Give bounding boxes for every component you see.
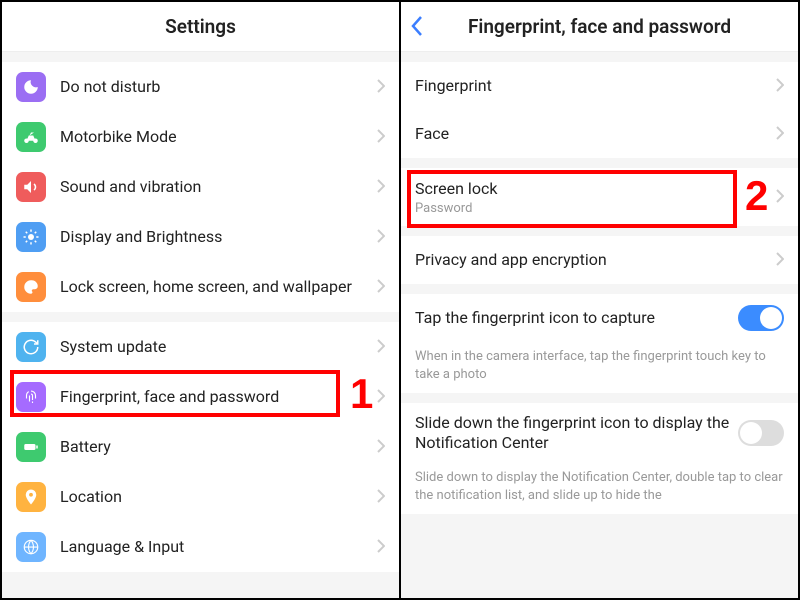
detail-title: Fingerprint, face and password [468, 15, 731, 38]
chevron-right-icon [377, 278, 385, 297]
chevron-right-icon [377, 128, 385, 147]
row-label: Display and Brightness [60, 227, 371, 247]
row-tap-fingerprint[interactable]: Tap the fingerprint icon to capture [401, 294, 798, 342]
row-label: Slide down the fingerprint icon to displ… [415, 413, 738, 453]
settings-row-update[interactable]: System update [2, 322, 399, 372]
settings-row-location[interactable]: Location [2, 472, 399, 522]
chevron-right-icon [776, 188, 784, 207]
row-label: Fingerprint, face and password [60, 387, 371, 407]
chevron-right-icon [377, 488, 385, 507]
row-label: Screen lock [415, 179, 770, 199]
chevron-right-icon [776, 251, 784, 270]
step-marker-1: 1 [350, 370, 373, 418]
settings-row-sound[interactable]: Sound and vibration [2, 162, 399, 212]
row-label: Fingerprint [415, 76, 770, 96]
row-privacy[interactable]: Privacy and app encryption [401, 236, 798, 284]
row-label: Privacy and app encryption [415, 250, 770, 270]
chevron-right-icon [377, 388, 385, 407]
row-label: Language & Input [60, 537, 371, 557]
chevron-right-icon [377, 538, 385, 557]
moon-icon [16, 72, 46, 102]
chevron-right-icon [377, 228, 385, 247]
row-fingerprint[interactable]: Fingerprint [401, 62, 798, 110]
chevron-right-icon [377, 338, 385, 357]
fingerprint-icon [16, 382, 46, 412]
toggle-tap-fingerprint[interactable] [738, 305, 784, 331]
chevron-right-icon [377, 438, 385, 457]
settings-row-wallpaper[interactable]: Lock screen, home screen, and wallpaper [2, 262, 399, 312]
step-marker-2: 2 [745, 172, 768, 220]
row-label: Motorbike Mode [60, 127, 371, 147]
settings-row-motorbike[interactable]: Motorbike Mode [2, 112, 399, 162]
row-label: Tap the fingerprint icon to capture [415, 308, 738, 328]
row-label: Location [60, 487, 371, 507]
palette-icon [16, 272, 46, 302]
toggle-slide-fingerprint[interactable] [738, 420, 784, 446]
chevron-right-icon [776, 77, 784, 96]
helper-text: Slide down to display the Notification C… [401, 463, 798, 514]
helper-text: When in the camera interface, tap the fi… [401, 342, 798, 393]
chevron-right-icon [377, 78, 385, 97]
settings-row-dnd[interactable]: Do not disturb [2, 62, 399, 112]
row-slide-fingerprint[interactable]: Slide down the fingerprint icon to displ… [401, 403, 798, 463]
row-label: Sound and vibration [60, 177, 371, 197]
row-label: System update [60, 337, 371, 357]
back-button[interactable] [411, 16, 423, 40]
motorbike-icon [16, 122, 46, 152]
speaker-icon [16, 172, 46, 202]
row-face[interactable]: Face [401, 110, 798, 158]
row-label: Battery [60, 437, 371, 457]
chevron-right-icon [776, 125, 784, 144]
chevron-right-icon [377, 178, 385, 197]
globe-icon [16, 532, 46, 562]
settings-row-battery[interactable]: Battery [2, 422, 399, 472]
row-label: Do not disturb [60, 77, 371, 97]
sun-icon [16, 222, 46, 252]
pin-icon [16, 482, 46, 512]
battery-icon [16, 432, 46, 462]
settings-row-language[interactable]: Language & Input [2, 522, 399, 572]
row-label: Lock screen, home screen, and wallpaper [60, 277, 371, 297]
row-screen-lock[interactable]: Screen lock Password [401, 168, 798, 226]
settings-row-fingerprint[interactable]: Fingerprint, face and password [2, 372, 399, 422]
settings-row-display[interactable]: Display and Brightness [2, 212, 399, 262]
row-value: Password [415, 201, 770, 216]
detail-header: Fingerprint, face and password [401, 2, 798, 52]
row-label: Face [415, 124, 770, 144]
settings-header: Settings [2, 2, 399, 52]
settings-title: Settings [165, 15, 236, 38]
update-icon [16, 332, 46, 362]
